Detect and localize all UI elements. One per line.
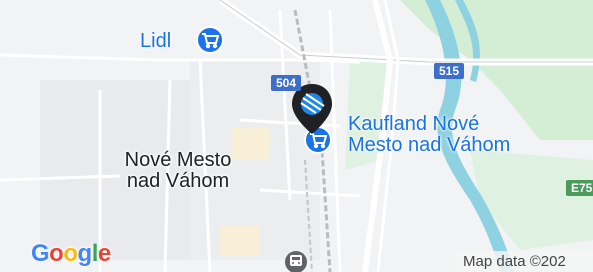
lidl-marker[interactable] <box>196 26 224 54</box>
road-shield-515: 515 <box>434 63 465 79</box>
road-shield-504: 504 <box>271 75 302 91</box>
poi-label-kaufland[interactable]: Kaufland Nové Mesto nad Váhom <box>348 114 510 156</box>
train-station-icon[interactable] <box>285 251 307 272</box>
logo-letter-g2: g <box>77 240 93 267</box>
poi-label-lidl[interactable]: Lidl <box>140 30 171 53</box>
building-area <box>220 226 260 256</box>
city-label: Nové Mesto nad Váhom <box>124 149 232 192</box>
logo-letter-e: e <box>97 240 111 267</box>
logo-letter-o1: o <box>49 240 64 267</box>
logo-letter-g: G <box>31 240 50 267</box>
map-attribution[interactable]: Map data ©202 <box>456 251 593 272</box>
google-logo[interactable]: Google <box>31 240 111 268</box>
logo-letter-o2: o <box>63 240 78 267</box>
road-shield-e75: E75 <box>566 180 593 196</box>
map-view[interactable]: Lidl Kaufland Nové Mesto nad Váhom Nové … <box>0 0 593 272</box>
